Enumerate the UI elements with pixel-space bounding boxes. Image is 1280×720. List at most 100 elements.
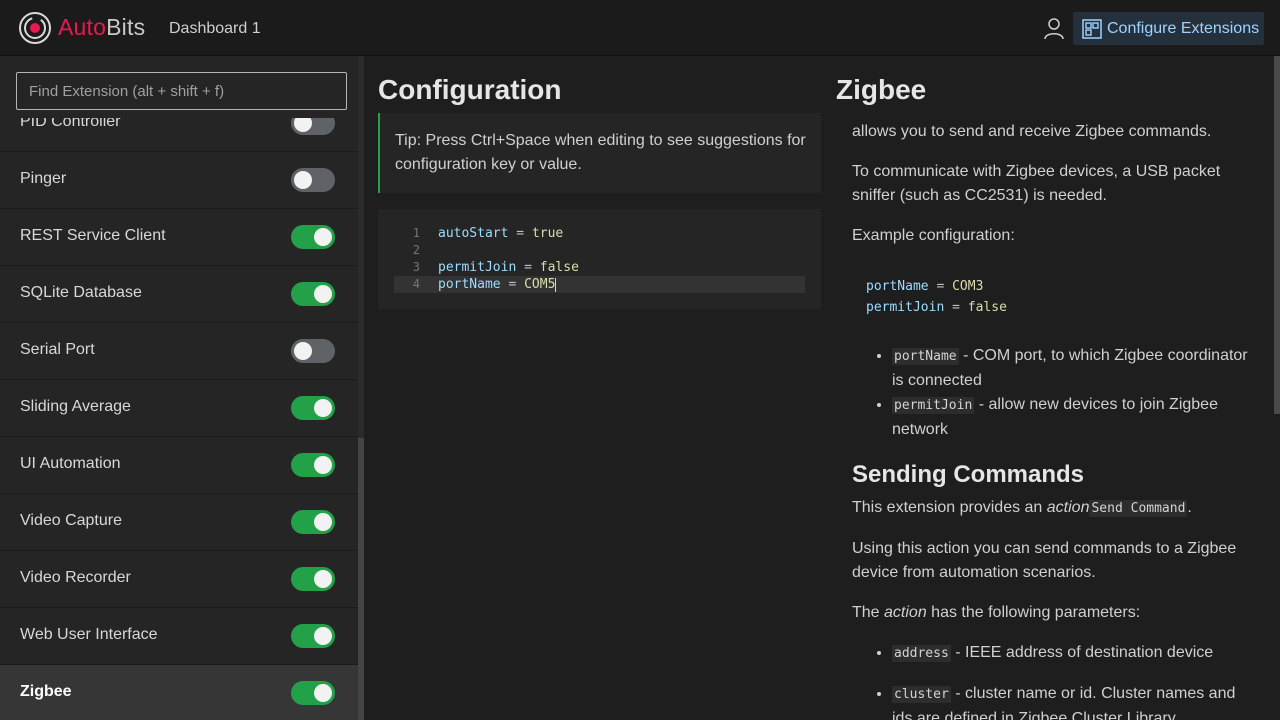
extension-name: Web User Interface [20, 626, 158, 643]
text-span: This extension provides an [852, 499, 1047, 516]
extension-name: UI Automation [20, 455, 121, 472]
line-number: 2 [412, 243, 420, 257]
toggle-knob [314, 399, 332, 417]
docs-sniffer: To communicate with Zigbee devices, a US… [852, 163, 1221, 204]
sidebar-item-extension[interactable]: Web User Interface [0, 608, 361, 665]
text-span: . [1187, 499, 1192, 516]
config-editor[interactable]: 1 autoStart = true 2 3 permitJoin = fals… [378, 209, 821, 309]
editor-line[interactable]: 3 permitJoin = false [394, 259, 805, 276]
extension-name: Pinger [20, 170, 67, 187]
sidebar-item-extension[interactable]: REST Service Client [0, 209, 361, 266]
documentation-panel: Zigbee allows you to send and receive Zi… [832, 56, 1280, 720]
emphasis: action [884, 604, 927, 621]
extension-enable-toggle[interactable] [291, 681, 335, 705]
example-value: false [967, 300, 1007, 315]
docs-scrollbar-thumb[interactable] [1274, 56, 1280, 414]
editor-line-active[interactable]: 4 portName = COM5 [394, 276, 805, 293]
extension-name: Video Recorder [20, 569, 131, 586]
toggle-knob [314, 570, 332, 588]
example-value: COM3 [952, 279, 984, 294]
sidebar-item-extension[interactable]: UI Automation [0, 437, 361, 494]
extension-enable-toggle[interactable] [291, 624, 335, 648]
list-item: permitJoin - allow new devices to join Z… [892, 393, 1252, 442]
sidebar-item-extension[interactable]: Zigbee [0, 665, 361, 720]
extension-enable-toggle[interactable] [291, 282, 335, 306]
extension-list-inner: PID Controller Pinger REST Service Client S… [0, 95, 361, 720]
docs-action-param-list: address - IEEE address of destination de… [852, 641, 1252, 720]
extensions-icon [1082, 19, 1102, 39]
line-number: 3 [412, 260, 420, 274]
sidebar-item-extension[interactable]: Serial Port [0, 323, 361, 380]
brand-name: AutoBits [58, 14, 145, 41]
docs-param-list: portName - COM port, to which Zigbee coo… [852, 344, 1252, 442]
docs-title: Zigbee [836, 74, 927, 105]
param-code: cluster [892, 686, 951, 703]
extension-enable-toggle[interactable] [291, 567, 335, 591]
toggle-knob [314, 684, 332, 702]
example-key: permitJoin [866, 300, 945, 315]
find-extension-input[interactable] [16, 72, 347, 110]
user-icon[interactable] [1042, 16, 1066, 40]
example-key: portName [866, 279, 929, 294]
sidebar-item-extension[interactable]: Pinger [0, 152, 361, 209]
dashboard-title[interactable]: Dashboard 1 [169, 20, 261, 38]
sidebar-item-extension[interactable]: Video Capture [0, 494, 361, 551]
toggle-knob [314, 285, 332, 303]
emphasis: action [1046, 499, 1090, 516]
toggle-knob [294, 171, 312, 189]
extension-name: SQLite Database [20, 284, 142, 301]
param-code: permitJoin [892, 397, 975, 414]
config-value: false [539, 260, 579, 275]
param-code: portName [892, 348, 959, 365]
autobits-logo-icon [19, 12, 51, 44]
text-cursor [555, 277, 557, 292]
toggle-knob [314, 228, 332, 246]
extension-enable-toggle[interactable] [291, 453, 335, 477]
toggle-knob [314, 513, 332, 531]
editor-line[interactable]: 1 autoStart = true [394, 225, 805, 242]
list-item: portName - COM port, to which Zigbee coo… [892, 344, 1252, 393]
extension-name: Video Capture [20, 512, 122, 529]
sidebar-item-extension[interactable]: Sliding Average [0, 380, 361, 437]
docs-body: allows you to send and receive Zigbee co… [852, 120, 1252, 720]
list-item: cluster - cluster name or id. Cluster na… [892, 682, 1252, 720]
sidebar-item-extension[interactable]: SQLite Database [0, 266, 361, 323]
config-key: autoStart [438, 226, 509, 241]
docs-example-label: Example configuration: [852, 227, 1015, 244]
extension-name: REST Service Client [20, 227, 166, 244]
extension-name: Zigbee [20, 683, 72, 700]
docs-provides: This extension provides an action Send Co… [852, 496, 1252, 521]
extension-enable-toggle[interactable] [291, 510, 335, 534]
extension-enable-toggle[interactable] [291, 225, 335, 249]
docs-section-title: Sending Commands [852, 461, 1085, 488]
param-text: - IEEE address of destination device [950, 644, 1214, 661]
docs-using: Using this action you can send commands … [852, 540, 1237, 581]
sidebar-item-extension[interactable]: Video Recorder [0, 551, 361, 608]
configuration-panel: Configuration Tip: Press Ctrl+Space when… [364, 56, 832, 720]
param-code: address [892, 645, 951, 662]
docs-action-intro: The action has the following parameters: [852, 601, 1252, 625]
extension-enable-toggle[interactable] [291, 339, 335, 363]
line-number: 1 [412, 226, 420, 240]
brand-auto: Auto [58, 14, 107, 40]
editor-line[interactable]: 2 [394, 242, 805, 259]
configure-extensions-button[interactable]: Configure Extensions [1073, 12, 1264, 45]
extension-enable-toggle[interactable] [291, 396, 335, 420]
line-number: 4 [412, 277, 420, 291]
text-span: The [852, 604, 885, 621]
config-key: permitJoin [438, 260, 517, 275]
extension-name: Sliding Average [20, 398, 131, 415]
extensions-sidebar: PID Controller Pinger REST Service Client S… [0, 56, 364, 720]
config-key: portName [438, 277, 501, 292]
docs-intro: allows you to send and receive Zigbee co… [852, 123, 1212, 140]
toggle-knob [314, 627, 332, 645]
extension-enable-toggle[interactable] [291, 168, 335, 192]
list-item: address - IEEE address of destination de… [892, 641, 1252, 666]
brand-bits: Bits [106, 14, 146, 40]
extension-list: PID Controller Pinger REST Service Client S… [0, 94, 361, 720]
extension-name: Serial Port [20, 341, 95, 358]
config-value: COM5 [524, 277, 556, 292]
configuration-title: Configuration [378, 74, 562, 105]
top-bar: AutoBits Dashboard 1 Configure Extension… [0, 0, 1280, 56]
action-code: Send Command [1089, 500, 1188, 517]
